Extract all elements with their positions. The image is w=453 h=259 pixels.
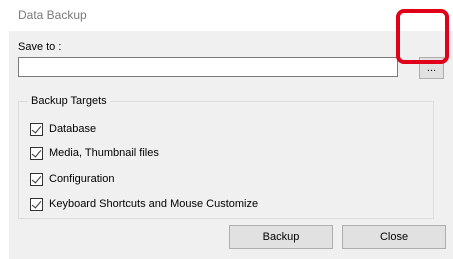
shortcuts-label: Keyboard Shortcuts and Mouse Customize xyxy=(49,198,259,210)
browse-button[interactable]: ... xyxy=(419,57,444,79)
dialog-body: Save to : ... Backup Targets Database Me… xyxy=(9,31,453,259)
media-thumbnail-label: Media, Thumbnail files xyxy=(49,147,159,159)
backup-targets-group: Backup Targets Database Media, Thumbnail… xyxy=(18,95,434,219)
save-to-label: Save to : xyxy=(18,41,62,53)
check-icon xyxy=(31,122,42,134)
database-checkbox[interactable] xyxy=(30,122,43,136)
configuration-checkbox[interactable] xyxy=(30,172,43,186)
checkbox-row-configuration[interactable]: Configuration xyxy=(30,172,114,186)
backup-targets-legend: Backup Targets xyxy=(28,95,110,107)
media-thumbnail-checkbox[interactable] xyxy=(30,146,43,160)
backup-button[interactable]: Backup xyxy=(229,225,333,249)
check-icon xyxy=(31,146,42,158)
checkbox-row-shortcuts[interactable]: Keyboard Shortcuts and Mouse Customize xyxy=(30,197,258,211)
shortcuts-checkbox[interactable] xyxy=(30,197,43,211)
save-path-input[interactable] xyxy=(18,57,398,77)
configuration-label: Configuration xyxy=(49,173,115,185)
check-icon xyxy=(31,197,42,209)
check-icon xyxy=(31,172,42,184)
close-button[interactable]: Close xyxy=(342,225,446,249)
checkbox-row-media[interactable]: Media, Thumbnail files xyxy=(30,146,159,160)
checkbox-row-database[interactable]: Database xyxy=(30,122,96,136)
window-title: Data Backup xyxy=(18,8,87,22)
database-label: Database xyxy=(49,123,97,135)
